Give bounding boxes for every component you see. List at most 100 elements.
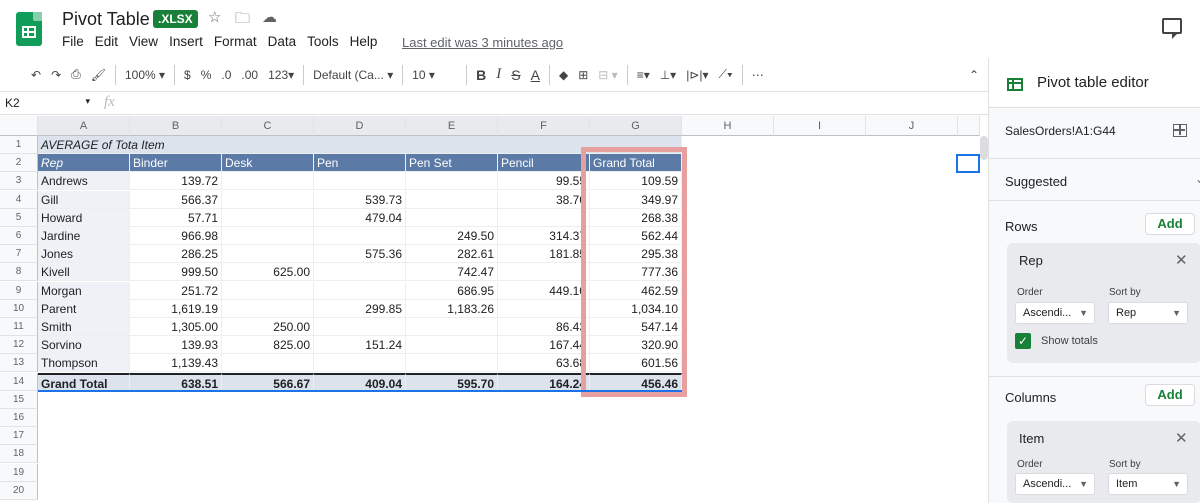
cell[interactable]: Sorvino (38, 336, 130, 355)
pivot-header-cell[interactable]: Pencil (498, 154, 590, 173)
row-header[interactable]: 9 (0, 281, 38, 300)
cell[interactable]: Smith (38, 318, 130, 336)
grand-total-cell[interactable]: 638.51 (130, 372, 222, 391)
cell[interactable] (222, 245, 314, 264)
cell[interactable]: Kivell (38, 263, 130, 282)
row-header[interactable]: 6 (0, 227, 38, 245)
cell[interactable] (406, 190, 498, 209)
menu-help[interactable]: Help (350, 34, 378, 49)
row-header[interactable]: 17 (0, 427, 38, 446)
cell[interactable]: Andrews (38, 172, 130, 191)
name-box[interactable]: K2 ▾ (5, 96, 90, 110)
cell[interactable] (222, 354, 314, 373)
cell[interactable] (314, 227, 406, 245)
cell[interactable] (314, 172, 406, 191)
add-column-button[interactable]: Add (1145, 384, 1195, 406)
decrease-decimal-button[interactable]: .0 (216, 68, 236, 82)
grand-total-cell[interactable]: 566.67 (222, 372, 314, 391)
cell[interactable] (406, 172, 498, 191)
last-edit-link[interactable]: Last edit was 3 minutes ago (402, 35, 563, 50)
grid-scrollbar[interactable] (980, 136, 988, 160)
cell[interactable]: 462.59 (590, 281, 682, 300)
italic-button[interactable]: I (491, 66, 506, 83)
cell[interactable]: 479.04 (314, 208, 406, 227)
menu-file[interactable]: File (62, 34, 84, 49)
cell[interactable] (222, 190, 314, 209)
show-totals-checkbox[interactable]: ✓ (1015, 333, 1031, 349)
sheet-grid[interactable]: A B C D E F G H I J 1 2 3 4 5 6 7 8 9 10 11 12 13 14 1… (0, 116, 980, 503)
row-header[interactable]: 10 (0, 299, 38, 318)
cell[interactable]: 299.85 (314, 299, 406, 318)
font-size-select[interactable]: 10 ▾ (407, 68, 462, 82)
row-header[interactable]: 19 (0, 463, 38, 482)
increase-decimal-button[interactable]: .00 (236, 68, 263, 82)
cell[interactable] (222, 172, 314, 191)
star-icon[interactable]: ☆ (208, 8, 221, 26)
cell[interactable] (498, 299, 590, 318)
zoom-select[interactable]: 100% ▾ (120, 68, 170, 82)
currency-button[interactable]: $ (179, 68, 196, 82)
column-header-e[interactable]: E (406, 116, 498, 136)
pivot-header-cell[interactable]: Pen Set (406, 154, 498, 173)
row-header[interactable]: 20 (0, 481, 38, 500)
grand-total-cell[interactable]: 409.04 (314, 372, 406, 391)
more-icon[interactable]: ⋯ (747, 68, 769, 82)
cell[interactable]: 151.24 (314, 336, 406, 355)
cell[interactable] (222, 281, 314, 300)
document-title[interactable]: Pivot Table (62, 9, 150, 30)
row-header[interactable]: 4 (0, 190, 38, 209)
row-header[interactable]: 15 (0, 390, 38, 409)
row-header[interactable]: 18 (0, 445, 38, 464)
grand-total-cell[interactable]: 456.46 (590, 372, 682, 391)
cell[interactable]: 86.43 (498, 318, 590, 336)
cell[interactable] (314, 281, 406, 300)
redo-icon[interactable]: ↷ (46, 68, 66, 82)
cloud-status-icon[interactable]: ☁ (262, 8, 277, 26)
cell[interactable]: 1,305.00 (130, 318, 222, 336)
cell[interactable]: 314.37 (498, 227, 590, 245)
cell[interactable]: 167.44 (498, 336, 590, 355)
font-select[interactable]: Default (Ca... ▾ (308, 68, 398, 82)
menu-data[interactable]: Data (268, 34, 297, 49)
grand-total-cell[interactable]: Grand Total (38, 372, 130, 391)
pivot-header-cell[interactable]: Desk (222, 154, 314, 173)
column-header-b[interactable]: B (130, 116, 222, 136)
undo-icon[interactable]: ↶ (26, 68, 46, 82)
column-header-h[interactable]: H (682, 116, 774, 136)
row-header[interactable]: 1 (0, 136, 38, 154)
cell[interactable]: 282.61 (406, 245, 498, 264)
pivot-header-cell[interactable]: Rep (38, 154, 130, 173)
menu-edit[interactable]: Edit (95, 34, 118, 49)
more-formats-select[interactable]: 123▾ (263, 68, 299, 82)
cell[interactable]: 1,034.10 (590, 299, 682, 318)
column-header-k[interactable] (958, 116, 980, 136)
row-header[interactable]: 2 (0, 154, 38, 173)
print-icon[interactable]: ⎙ (66, 67, 86, 82)
row-header[interactable]: 16 (0, 409, 38, 427)
cell[interactable]: 250.00 (222, 318, 314, 336)
cell[interactable] (406, 318, 498, 336)
column-header-c[interactable]: C (222, 116, 314, 136)
cell[interactable]: 742.47 (406, 263, 498, 282)
cell[interactable] (406, 336, 498, 355)
cell[interactable] (314, 318, 406, 336)
row-header[interactable]: 3 (0, 172, 38, 191)
cell[interactable]: 539.73 (314, 190, 406, 209)
column-header-a[interactable]: A (38, 116, 130, 136)
row-header[interactable]: 8 (0, 263, 38, 282)
cell[interactable]: 295.38 (590, 245, 682, 264)
column-header-i[interactable]: I (774, 116, 866, 136)
cell[interactable]: 825.00 (222, 336, 314, 355)
grand-total-cell[interactable]: 595.70 (406, 372, 498, 391)
suggested-label[interactable]: Suggested (1005, 174, 1067, 189)
horizontal-align-icon[interactable]: ≡▾ (632, 68, 655, 82)
column-header-j[interactable]: J (866, 116, 958, 136)
cell[interactable]: 57.71 (130, 208, 222, 227)
cell[interactable]: 566.37 (130, 190, 222, 209)
cell[interactable]: 1,139.43 (130, 354, 222, 373)
cell[interactable]: 449.10 (498, 281, 590, 300)
cell[interactable]: Howard (38, 208, 130, 227)
menu-insert[interactable]: Insert (169, 34, 203, 49)
order-select[interactable]: Ascendi... ▼ (1015, 473, 1095, 495)
cell[interactable]: Jones (38, 245, 130, 264)
